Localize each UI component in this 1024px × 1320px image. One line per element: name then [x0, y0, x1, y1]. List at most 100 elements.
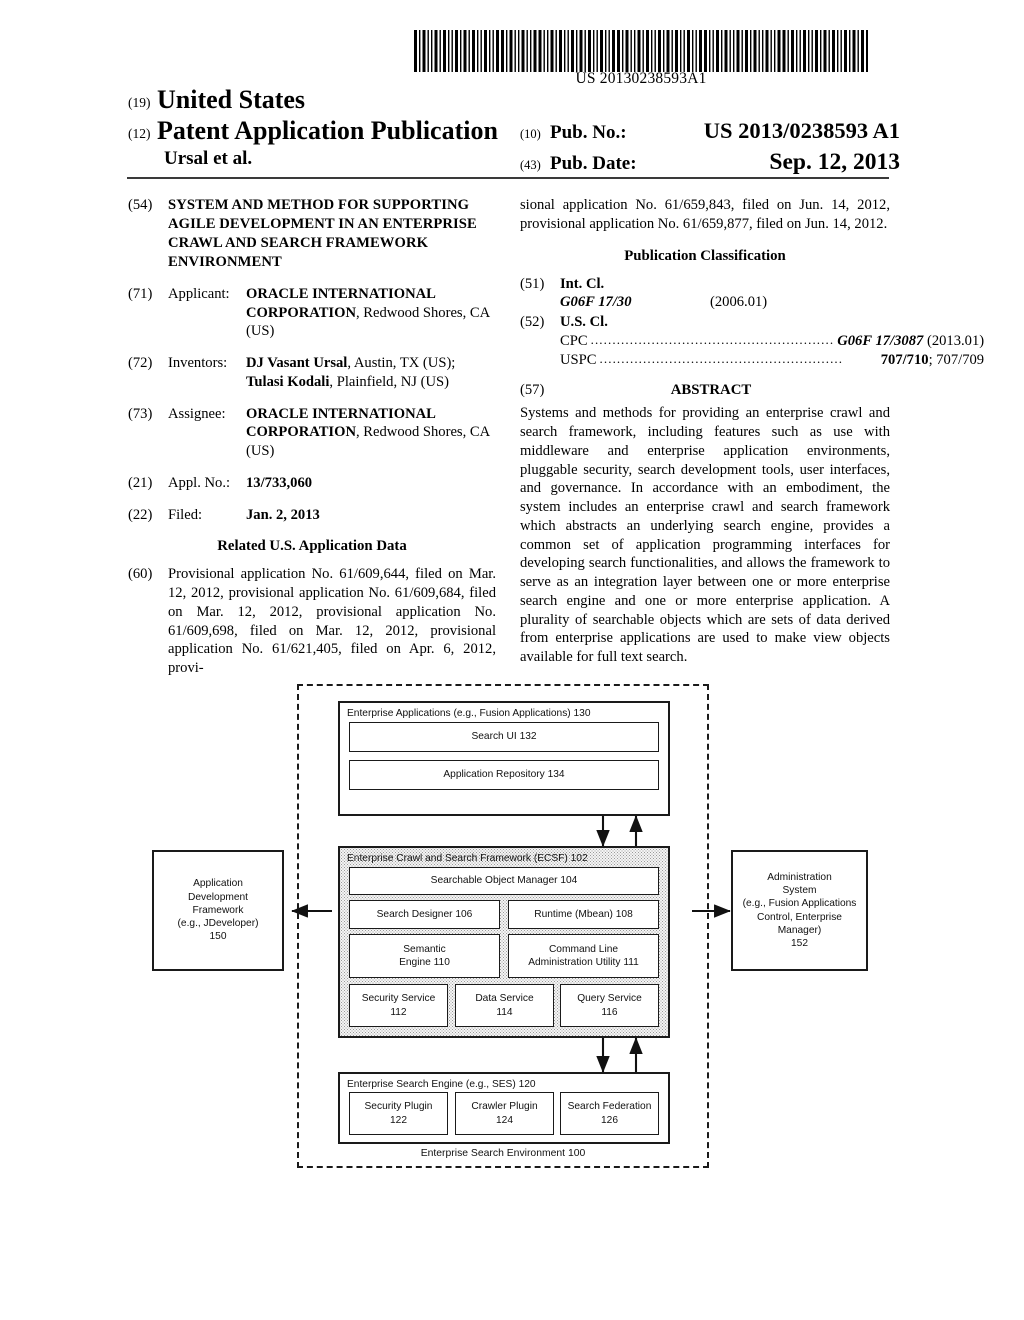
code-43: (43): [520, 158, 541, 172]
field-us-cl: (52) U.S. Cl. CPC ......................…: [520, 313, 984, 369]
query-service-line-2: 116: [601, 1006, 618, 1018]
security-plugin-line-1: Security Plugin: [364, 1101, 433, 1113]
crawler-plugin-line-1: Crawler Plugin: [471, 1101, 538, 1113]
assignee-value: ORACLE INTERNATIONAL CORPORATION, Redwoo…: [246, 405, 496, 461]
crawler-plugin-line-2: 124: [496, 1114, 513, 1126]
adf-line-4: (e.g., JDeveloper): [177, 918, 259, 930]
enterprise-applications-box[interactable]: Enterprise Applications (e.g., Fusion Ap…: [338, 701, 670, 816]
semantic-engine-line-1: Semantic: [403, 943, 446, 955]
search-federation-line-1: Search Federation: [567, 1101, 652, 1113]
enterprise-applications-label: Enterprise Applications (e.g., Fusion Ap…: [347, 708, 591, 719]
admin-line-5: Manager): [777, 924, 822, 936]
pub-date-label: Pub. Date:: [550, 153, 637, 174]
country-line: (19) United States: [128, 85, 528, 114]
cpc-label: CPC: [560, 332, 588, 349]
abstract-text: Systems and methods for providing an ent…: [520, 405, 890, 665]
related-application-continuation: sional application No. 61/659,843, filed…: [520, 197, 890, 232]
admin-line-4: Control, Enterprise: [757, 911, 842, 923]
int-cl-label: Int. Cl.: [560, 275, 605, 292]
uspc-label: USPC: [560, 351, 597, 368]
bibliographic-right-column: sional application No. 61/659,843, filed…: [520, 196, 984, 667]
abstract-heading: ABSTRACT: [670, 382, 752, 399]
admin-line-6: 152: [790, 938, 808, 949]
filed-date: Jan. 2, 2013: [246, 506, 320, 523]
cpc-version: (2013.01): [926, 332, 985, 349]
us-cl-label: U.S. Cl.: [560, 314, 608, 330]
application-repository-label: Application Repository 134: [443, 769, 565, 781]
search-federation-line-2: 126: [600, 1114, 618, 1126]
applicant-label: Applicant:: [168, 285, 230, 302]
uspc-primary: 707/710: [880, 351, 929, 368]
command-line-admin-line-1: Command Line: [548, 943, 619, 955]
application-development-framework-box[interactable]: Application Development Framework (e.g., JD…: [152, 850, 284, 971]
barcode: [414, 30, 868, 72]
code-22: (22): [128, 506, 153, 523]
ecsf-label: Enterprise Crawl and Search Framework (E…: [347, 853, 588, 864]
command-line-admin-utility-box[interactable]: Command Line Administration Utility 111: [508, 934, 659, 978]
inventor-2-address: , Plainfield, NJ (US): [329, 373, 450, 390]
code-72: (72): [128, 355, 153, 372]
code-52: (52): [520, 314, 545, 330]
related-application-data-heading: Related U.S. Application Data: [217, 538, 407, 555]
abstract-heading-row: (57) ABSTRACT: [520, 381, 890, 400]
inventor-1-name: DJ Vasant Ursal: [246, 355, 348, 372]
field-int-cl: (51) Int. Cl. G06F 17/30 (2006.01): [520, 275, 890, 313]
enterprise-search-environment-caption: Enterprise Search Environment 100: [420, 1148, 586, 1159]
searchable-object-manager-label: Searchable Object Manager 104: [430, 875, 578, 887]
search-ui-box[interactable]: Search UI 132: [349, 722, 659, 752]
uspc-leader: ........................................…: [599, 350, 844, 366]
runtime-mbean-box[interactable]: Runtime (Mbean) 108: [508, 900, 659, 929]
code-73: (73): [128, 405, 153, 422]
header-right: (10) Pub. No.: US 2013/0238593 A1 (43) P…: [520, 118, 902, 181]
administration-system-box[interactable]: Administration System (e.g., Fusion Applic…: [731, 850, 868, 971]
adf-line-2: Development: [187, 891, 249, 903]
int-cl-version: (2006.01): [710, 294, 768, 311]
filed-value: Jan. 2, 2013: [246, 506, 496, 525]
pub-no-value: US 2013/0238593 A1: [703, 118, 900, 143]
uspc-secondary: ; 707/709: [928, 351, 985, 368]
searchable-object-manager-box[interactable]: Searchable Object Manager 104: [349, 867, 659, 895]
field-assignee: (73) Assignee: ORACLE INTERNATIONAL CORP…: [128, 405, 496, 461]
inventor-short: Ursal et al.: [164, 148, 253, 170]
admin-line-2: System: [782, 885, 817, 896]
field-inventors: (72) Inventors: DJ Vasant Ursal, Austin,…: [128, 354, 496, 392]
field-appl-no: (21) Appl. No.: 13/733,060: [128, 474, 496, 493]
code-21: (21): [128, 474, 153, 491]
application-repository-box[interactable]: Application Repository 134: [349, 760, 659, 790]
bibliographic-left-column: (54) SYSTEM AND METHOD FOR SUPPORTING AG…: [128, 196, 496, 691]
crawler-plugin-box[interactable]: Crawler Plugin 124: [455, 1092, 554, 1135]
data-service-box[interactable]: Data Service 114: [455, 984, 554, 1027]
security-plugin-box[interactable]: Security Plugin 122: [349, 1092, 448, 1135]
figure-diagram: Enterprise Search Environment 100 Enterp…: [0, 660, 1024, 1200]
assignee-label: Assignee:: [168, 405, 226, 422]
query-service-box[interactable]: Query Service 116: [560, 984, 659, 1027]
pub-date-value: Sep. 12, 2013: [769, 149, 900, 175]
inventor-2-name: Tulasi Kodali: [246, 373, 330, 390]
uspc-entry: USPC ...................................…: [560, 351, 984, 370]
adf-line-5: 150: [209, 931, 227, 943]
data-service-line-1: Data Service: [475, 993, 534, 1005]
search-federation-box[interactable]: Search Federation 126: [560, 1092, 659, 1135]
admin-line-3: (e.g., Fusion Applications: [742, 898, 857, 910]
security-service-box[interactable]: Security Service 112: [349, 984, 448, 1027]
applicant-value: ORACLE INTERNATIONAL CORPORATION, Redwoo…: [246, 285, 496, 341]
security-service-line-1: Security Service: [361, 993, 436, 1005]
runtime-mbean-label: Runtime (Mbean) 108: [534, 908, 633, 920]
semantic-engine-box[interactable]: Semantic Engine 110: [349, 934, 500, 978]
field-applicant: (71) Applicant: ORACLE INTERNATIONAL COR…: [128, 285, 496, 341]
filed-label: Filed:: [168, 506, 203, 523]
doc-type: Patent Application Publication: [157, 116, 498, 146]
search-ui-label: Search UI 132: [471, 731, 537, 743]
field-title: (54) SYSTEM AND METHOD FOR SUPPORTING AG…: [128, 196, 496, 272]
code-51: (51): [520, 275, 545, 292]
int-cl-code: G06F 17/30: [560, 294, 632, 311]
security-service-line-2: 112: [390, 1006, 407, 1018]
inventor-1-address: , Austin, TX (US);: [347, 355, 456, 372]
int-cl-entry: G06F 17/30 (2006.01): [560, 293, 890, 312]
code-57: (57): [520, 382, 545, 399]
adf-line-1: Application: [193, 878, 243, 890]
publication-classification-heading: Publication Classification: [624, 247, 786, 264]
search-designer-box[interactable]: Search Designer 106: [349, 900, 500, 929]
code-19: (19): [128, 95, 151, 110]
pub-date-row: (43) Pub. Date: Sep. 12, 2013: [520, 149, 902, 176]
